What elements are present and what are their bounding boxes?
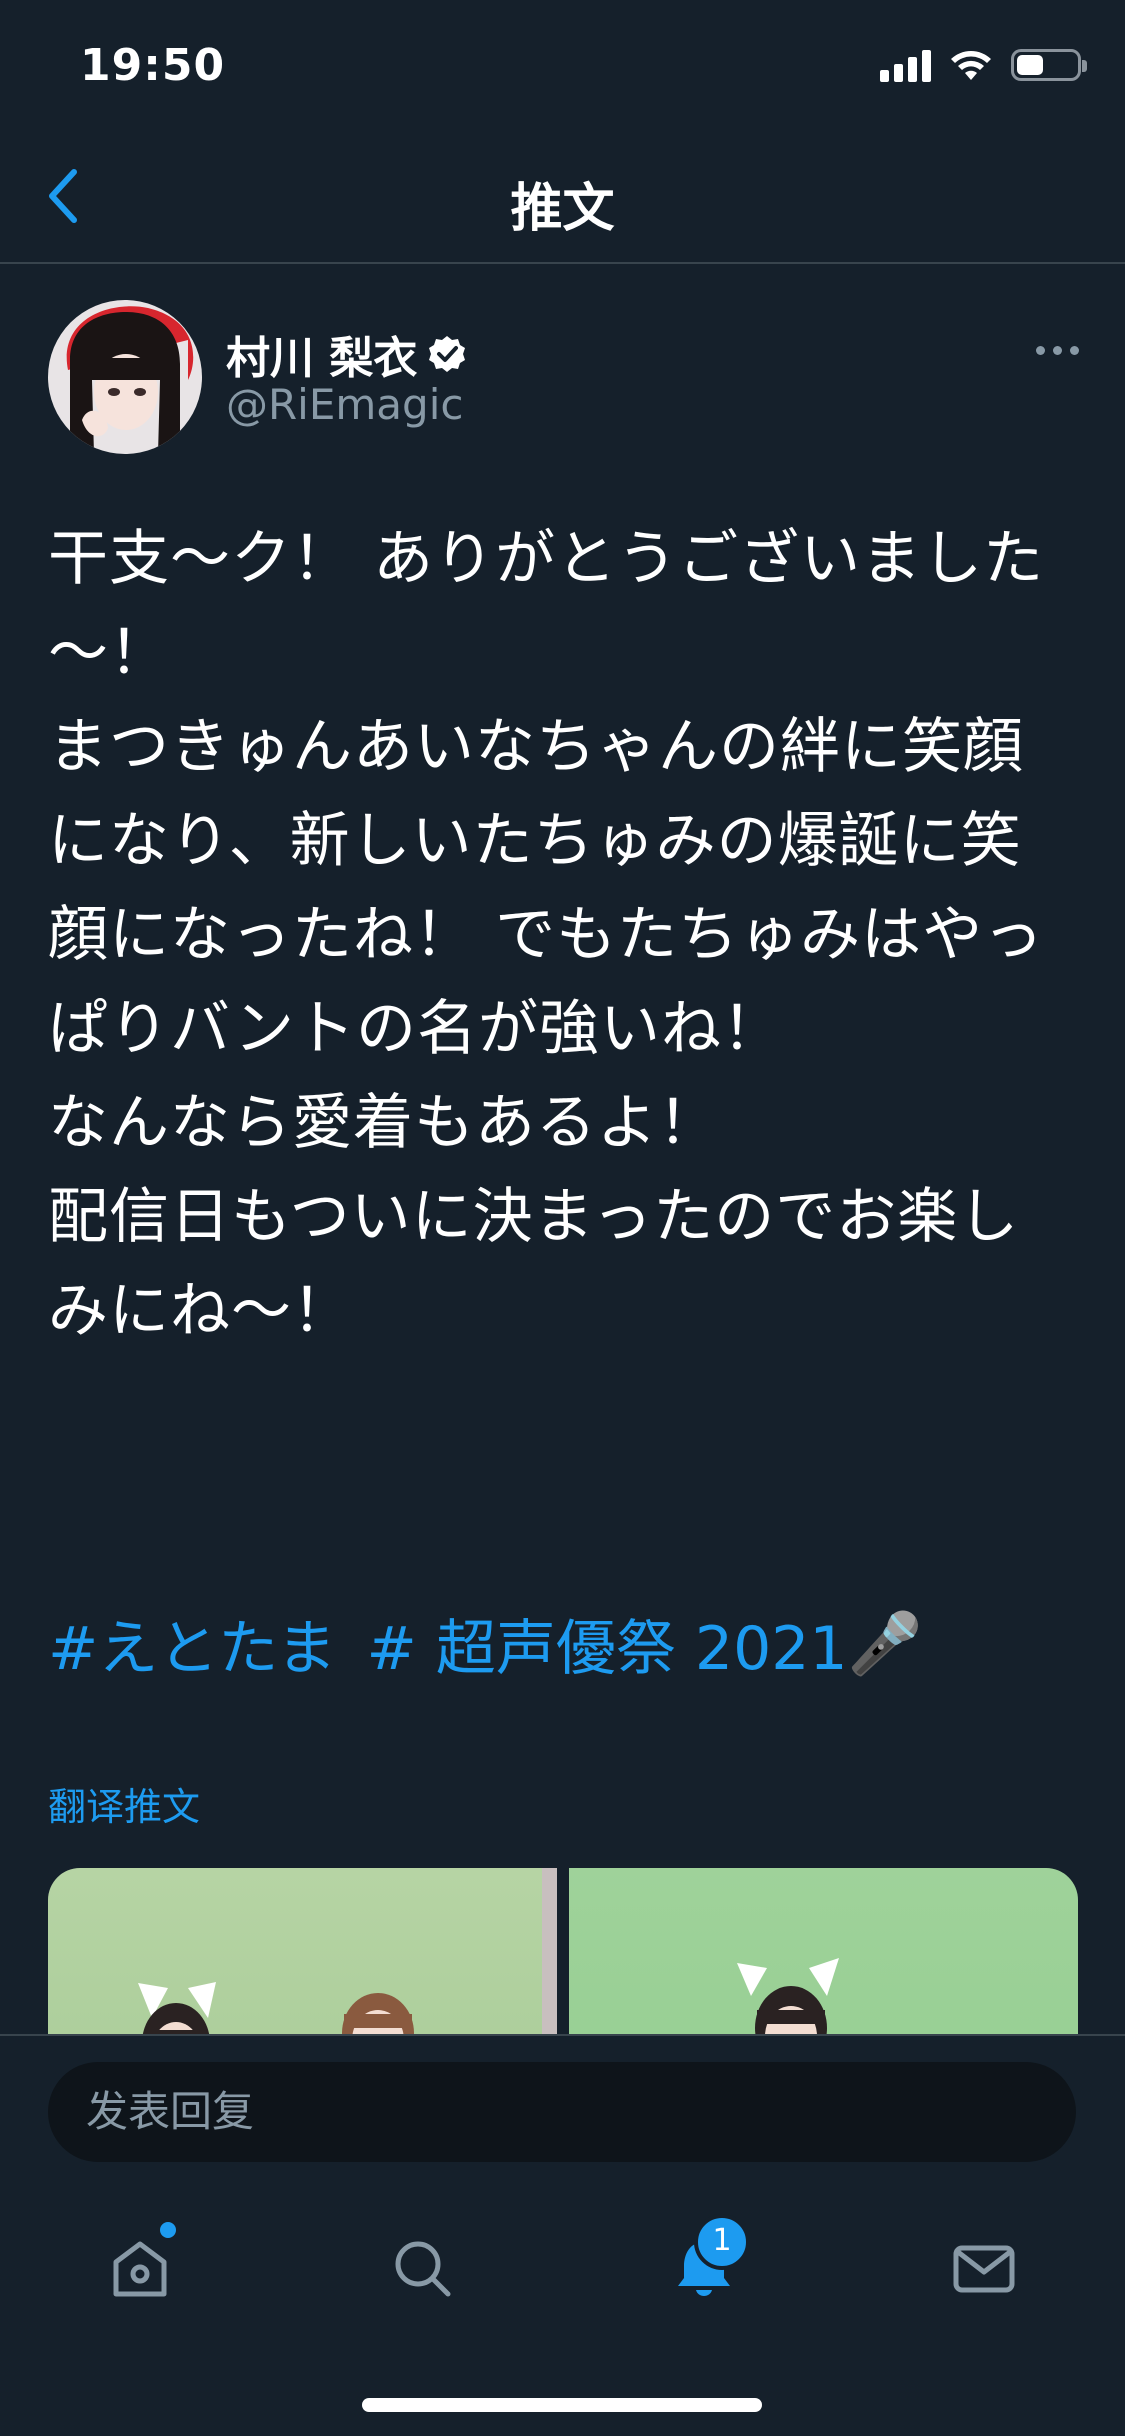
tab-messages[interactable] bbox=[944, 2228, 1024, 2308]
notification-badge: 1 bbox=[694, 2214, 750, 2270]
more-options-button[interactable] bbox=[1036, 346, 1079, 355]
avatar[interactable] bbox=[48, 300, 202, 454]
home-indicator bbox=[362, 2398, 762, 2412]
navigation-bar: 推文 bbox=[0, 132, 1125, 264]
author-handle[interactable]: @RiEmagic bbox=[226, 380, 463, 429]
status-time: 19:50 bbox=[80, 40, 226, 91]
hashtag-link[interactable]: #えとたま bbox=[48, 1600, 336, 1687]
mail-icon bbox=[953, 2245, 1015, 2293]
wifi-icon bbox=[951, 51, 991, 80]
battery-icon bbox=[1011, 49, 1087, 81]
battery-level bbox=[1017, 55, 1043, 75]
more-dots-icon bbox=[1036, 346, 1045, 355]
tweet-text: 干支～ク！ ありがとうございました～！ まつきゅんあいなちゃんの絆に笑顔になり、… bbox=[48, 524, 1045, 1346]
reply-input[interactable]: 发表回复 bbox=[48, 2062, 1076, 2162]
tab-bar: 1 bbox=[0, 2174, 1125, 2436]
author-name[interactable]: 村川 梨衣 bbox=[226, 322, 467, 386]
author-name-text: 村川 梨衣 bbox=[226, 333, 418, 384]
hashtag-line: #えとたま # 超声優祭 2021 🎤 bbox=[48, 1600, 922, 1687]
page-title: 推文 bbox=[510, 179, 615, 239]
tab-notifications[interactable]: 1 bbox=[664, 2214, 750, 2308]
search-icon bbox=[395, 2241, 451, 2297]
verified-badge-icon bbox=[429, 336, 466, 372]
home-icon bbox=[113, 2241, 167, 2297]
notification-dot bbox=[160, 2222, 176, 2238]
tab-search[interactable] bbox=[382, 2228, 462, 2308]
status-icons bbox=[880, 48, 1087, 82]
reply-bar: 发表回复 bbox=[0, 2034, 1125, 2174]
hashtag-link[interactable]: # 超声優祭 2021 bbox=[366, 1600, 847, 1687]
cellular-signal-icon bbox=[880, 48, 931, 82]
translate-tweet-link[interactable]: 翻译推文 bbox=[48, 1776, 200, 1831]
status-bar: 19:50 bbox=[0, 0, 1125, 132]
microphone-emoji: 🎤 bbox=[847, 1609, 923, 1679]
tab-home[interactable] bbox=[100, 2222, 180, 2308]
